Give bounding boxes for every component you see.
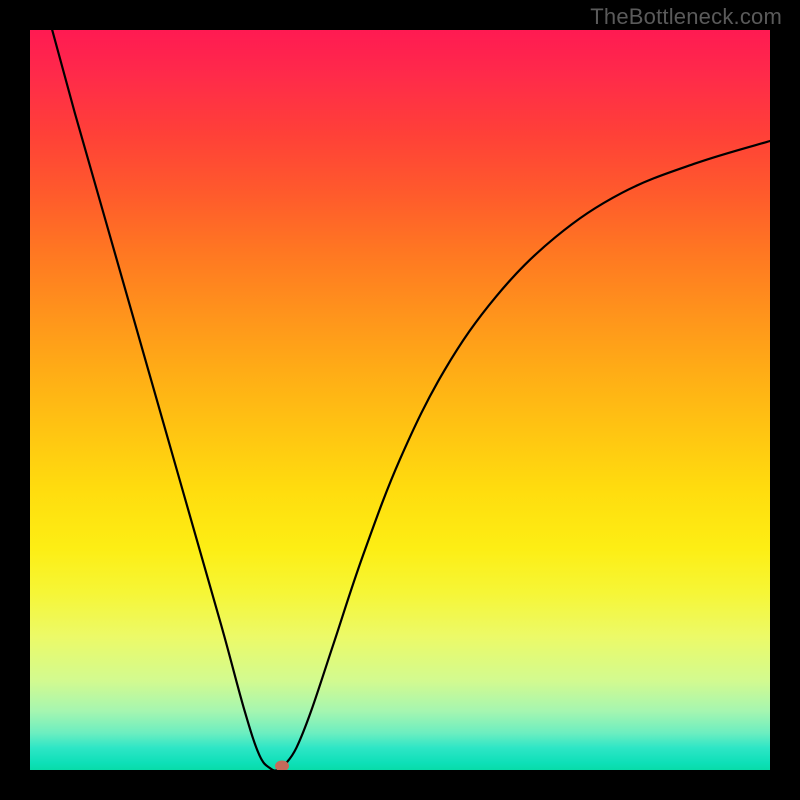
minimum-marker: [275, 761, 289, 770]
plot-area: [30, 30, 770, 770]
watermark-text: TheBottleneck.com: [590, 4, 782, 30]
bottleneck-curve: [30, 30, 770, 770]
